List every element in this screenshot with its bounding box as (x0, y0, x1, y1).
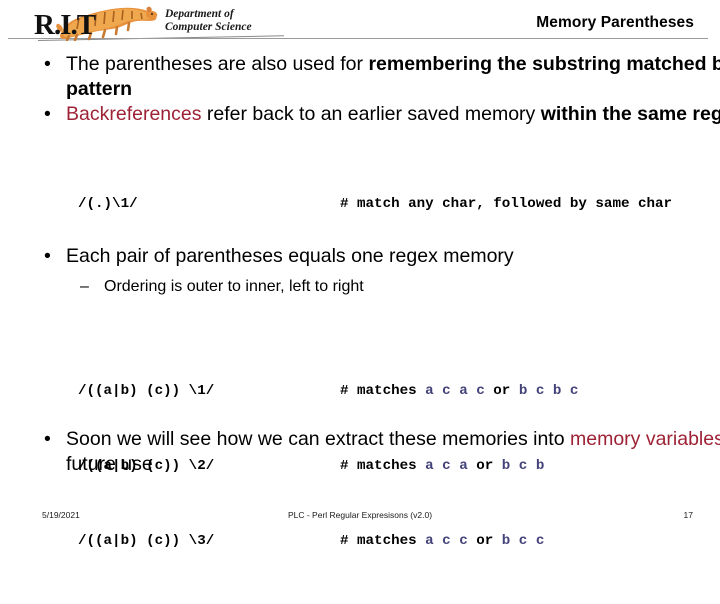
match-result-a: a c a c (425, 383, 485, 399)
sub-bullet-1-text: Ordering is outer to inner, left to righ… (104, 278, 364, 295)
match-result-b: b c c (501, 533, 545, 549)
bullet-item-3: • Each pair of parentheses equals one reg… (0, 244, 720, 269)
match-separator: or (467, 533, 502, 549)
bullet-2-bold: within the same regex (540, 103, 720, 125)
footer-page-number: 17 (683, 510, 693, 520)
bullet-item-4: • Soon we will see how we can extract the… (0, 427, 720, 477)
bullet-marker: • (44, 53, 51, 75)
department-line-2: Computer Science (165, 20, 252, 33)
code-comment: # matches a c c or b c c (340, 529, 544, 554)
code-pattern: /((a|b) (c)) \3/ (78, 533, 215, 549)
match-result-b: b c b c (518, 383, 579, 399)
code-row: /((a|b) (c)) \3/ # matches a c c or b c c (78, 529, 578, 554)
bullet-2-highlight: Backreferences (66, 103, 202, 125)
bullet-item-1: • The parentheses are also used for remem… (0, 52, 720, 102)
bullet-marker: • (44, 428, 51, 450)
rit-logo: R.I.T Department of Computer Science (34, 3, 284, 43)
code-pattern: /((a|b) (c)) \1/ (78, 383, 215, 399)
code-row: /((a|b) (c)) \1/ # matches a c a c or b c… (78, 379, 578, 404)
comment-prefix: # matches (340, 533, 426, 549)
slide-footer: 5/19/2021 PLC - Perl Regular Expresisons… (0, 510, 720, 530)
slide-header: R.I.T Department of Computer Science Mem… (0, 0, 720, 44)
rit-wordmark: R.I.T (34, 9, 96, 41)
department-line-1: Department of (165, 8, 234, 20)
code-comment: # match any char, followed by same char (340, 196, 673, 212)
sub-bullet-marker: – (80, 278, 89, 295)
bullet-2-plain: refer back to an earlier saved memory (201, 103, 541, 125)
bullet-4-highlight: memory variables (569, 428, 720, 450)
match-separator: or (484, 383, 519, 399)
match-result-a: a c c (425, 533, 468, 549)
bullet-4-plain-1: Soon we will see how we can extract thes… (66, 428, 570, 450)
code-pattern: /(.)\1/ (78, 196, 138, 212)
comment-prefix: # matches (340, 383, 426, 399)
footer-subject: PLC - Perl Regular Expresisons (v2.0) (287, 510, 433, 520)
page-title: Memory Parentheses (536, 14, 694, 31)
department-name: Department of Computer Science (165, 8, 252, 33)
sub-bullet-item-1: – Ordering is outer to inner, left to rig… (0, 276, 720, 298)
bullet-1-plain: The parentheses are also used for (66, 53, 369, 75)
code-block-1: /(.)\1/ # match any char, followed by sam… (78, 192, 672, 217)
bullet-item-2: • Backreferences refer back to an earlier… (0, 102, 720, 127)
bullet-marker: • (44, 103, 51, 125)
code-comment: # matches a c a c or b c b c (340, 379, 578, 404)
bullet-3-text: Each pair of parentheses equals one rege… (66, 245, 514, 267)
bullet-marker: • (44, 245, 51, 267)
